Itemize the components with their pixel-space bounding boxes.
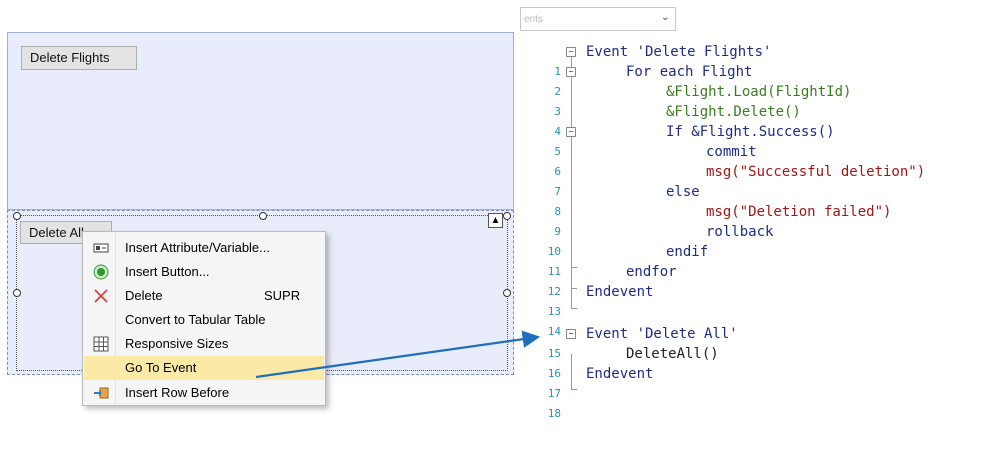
code-line: 15 − Event 'Delete All' xyxy=(520,324,1008,360)
code-line: 13 Endevent xyxy=(520,282,1008,318)
menu-item-insert-attribute-variable[interactable]: Insert Attribute/Variable... xyxy=(84,236,324,260)
code-line: 3 &Flight.Load(FlightId) xyxy=(520,82,1008,118)
code-line: 7 msg("Successful deletion") xyxy=(520,162,1008,198)
resize-handle-right[interactable] xyxy=(503,289,511,297)
code-text: Endevent xyxy=(586,366,654,382)
menu-item-insert-button[interactable]: Insert Button... xyxy=(84,260,324,284)
collapse-icon[interactable]: − xyxy=(566,127,576,137)
code-text: Event 'Delete All' xyxy=(586,326,738,342)
code-text: DeleteAll() xyxy=(626,346,719,362)
code-text: If &Flight.Success() xyxy=(666,124,835,140)
insert-row-icon xyxy=(93,385,109,401)
delete-x-icon xyxy=(93,288,109,304)
events-code-editor: ents ⌄ 1 − Event 'Delete Flights' 2 − Fo… xyxy=(520,0,1008,420)
menu-item-label: Go To Event xyxy=(125,360,197,375)
code-text: &Flight.Load(FlightId) xyxy=(666,84,852,100)
code-line: 1 − Event 'Delete Flights' xyxy=(520,42,1008,78)
code-line: 8 else xyxy=(520,182,1008,218)
context-menu: Insert Attribute/Variable... Insert Butt… xyxy=(82,231,326,406)
form-designer: Delete Flights ▲ Delete All Insert Attri… xyxy=(0,0,520,406)
events-dropdown[interactable]: ents ⌄ xyxy=(520,7,676,31)
code-line: 5 − If &Flight.Success() xyxy=(520,122,1008,158)
menu-item-label: Delete xyxy=(125,288,163,303)
menu-item-responsive-sizes[interactable]: Responsive Sizes xyxy=(84,332,324,356)
collapse-icon[interactable]: − xyxy=(566,329,576,339)
resize-handle-top[interactable] xyxy=(259,212,267,220)
code-text: endfor xyxy=(626,264,677,280)
code-text: msg("Successful deletion") xyxy=(706,164,926,180)
chevron-down-icon[interactable]: ⌄ xyxy=(661,12,669,23)
top-table-cell[interactable]: Delete Flights xyxy=(7,32,514,210)
radio-button-icon xyxy=(93,264,109,280)
code-text: Endevent xyxy=(586,284,654,300)
collapse-icon[interactable]: − xyxy=(566,67,576,77)
menu-item-go-to-event[interactable]: Go To Event xyxy=(84,356,324,380)
code-text: commit xyxy=(706,144,757,160)
collapse-icon[interactable]: − xyxy=(566,47,576,57)
code-line: 12 endfor xyxy=(520,262,1008,298)
menu-item-shortcut: SUPR xyxy=(264,288,301,303)
resize-handle-top-left[interactable] xyxy=(13,212,21,220)
code-text: For each Flight xyxy=(626,64,753,80)
code-line: 10 rollback xyxy=(520,222,1008,258)
code-line: 9 msg("Deletion failed") xyxy=(520,202,1008,238)
menu-item-label: Responsive Sizes xyxy=(125,336,229,351)
code-text: Event 'Delete Flights' xyxy=(586,44,772,60)
events-dropdown-value: ents xyxy=(524,14,543,25)
code-text: else xyxy=(666,184,700,200)
code-line: 17 Endevent xyxy=(520,364,1008,400)
menu-item-insert-row-before[interactable]: Insert Row Before xyxy=(84,381,324,405)
code-line: 16 DeleteAll() xyxy=(520,344,1008,380)
menu-item-convert-tabular[interactable]: Convert to Tabular Table xyxy=(84,308,324,332)
grid-table-icon xyxy=(93,336,109,352)
code-text: rollback xyxy=(706,224,774,240)
code-line: 14 xyxy=(520,302,1008,338)
code-line: 18 xyxy=(520,384,1008,420)
menu-item-delete[interactable]: Delete SUPR xyxy=(84,284,324,308)
code-text: msg("Deletion failed") xyxy=(706,204,892,220)
menu-item-label: Insert Row Before xyxy=(125,385,230,400)
attribute-variable-icon xyxy=(93,240,109,256)
code-line: 4 &Flight.Delete() xyxy=(520,102,1008,138)
select-parent-icon[interactable]: ▲ xyxy=(488,213,503,228)
code-area[interactable]: 1 − Event 'Delete Flights' 2 − For each … xyxy=(520,38,1008,420)
code-line: 2 − For each Flight xyxy=(520,62,1008,98)
code-text: endif xyxy=(666,244,709,260)
line-number: 18 xyxy=(547,407,561,420)
resize-handle-left[interactable] xyxy=(13,289,21,297)
menu-item-label: Convert to Tabular Table xyxy=(125,312,266,327)
resize-handle-top-right[interactable] xyxy=(503,212,511,220)
code-line: 11 endif xyxy=(520,242,1008,278)
code-line: 6 commit xyxy=(520,142,1008,178)
delete-flights-button[interactable]: Delete Flights xyxy=(21,46,137,70)
menu-item-label: Insert Attribute/Variable... xyxy=(125,240,270,255)
code-text: &Flight.Delete() xyxy=(666,104,801,120)
menu-item-label: Insert Button... xyxy=(125,264,210,279)
